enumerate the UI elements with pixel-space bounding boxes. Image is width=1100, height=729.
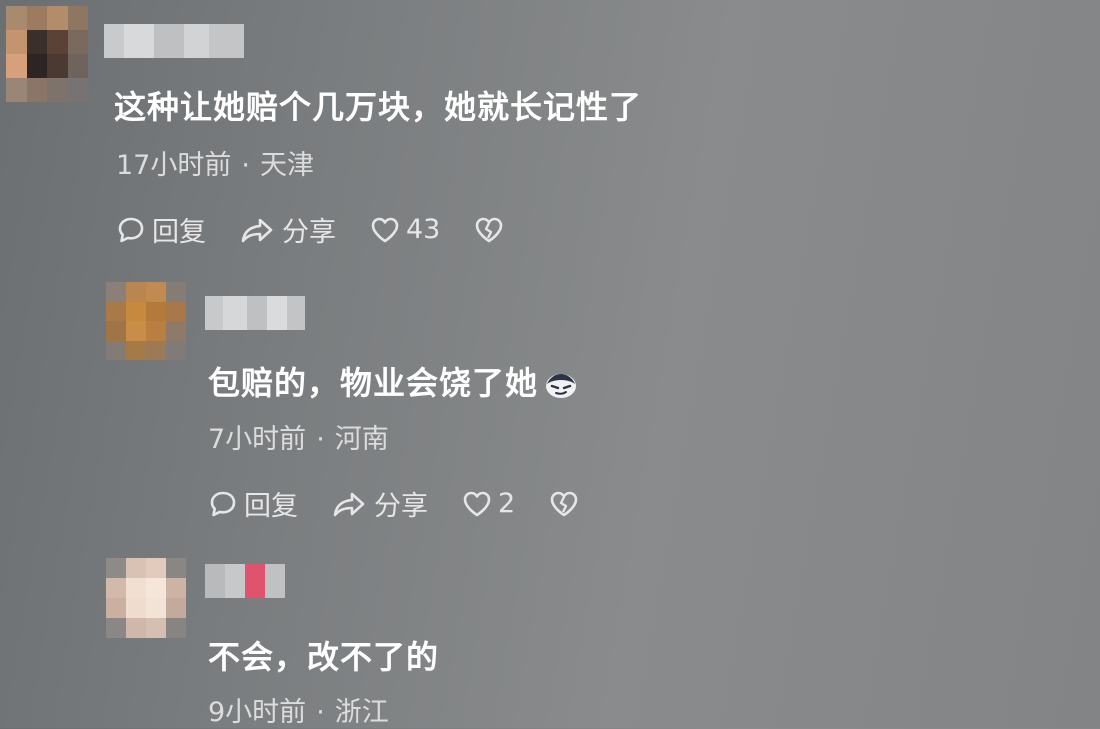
comment-meta: 7小时前 · 河南	[208, 417, 389, 456]
comment-time: 9小时前	[208, 697, 307, 728]
comment-location: 浙江	[334, 697, 389, 728]
comment-text-content: 包赔的，物业会饶了她	[208, 364, 539, 402]
comment-bubble-icon	[210, 491, 236, 516]
meta-separator: ·	[316, 424, 325, 455]
like-button[interactable]: 2	[462, 488, 515, 519]
comment-time: 7小时前	[208, 424, 307, 455]
comment-meta: 9小时前 · 浙江	[208, 690, 389, 729]
like-count: 43	[406, 214, 441, 245]
broken-heart-icon	[550, 491, 578, 516]
reply-label: 回复	[244, 491, 298, 522]
dislike-button[interactable]	[474, 215, 510, 245]
share-button[interactable]: 分享	[332, 484, 428, 523]
share-label: 分享	[374, 491, 428, 522]
meta-separator: ·	[241, 150, 250, 181]
comment-location: 河南	[334, 424, 389, 455]
smirk-face-emoji-icon	[546, 374, 577, 398]
comment-meta: 17小时前 · 天津	[116, 143, 314, 182]
comment-text: 这种让她赔个几万块，她就长记性了	[114, 88, 643, 126]
comment-bubble-icon	[118, 217, 144, 242]
avatar[interactable]	[106, 282, 186, 360]
username-blurred[interactable]	[104, 24, 244, 58]
share-label: 分享	[282, 217, 336, 248]
meta-separator: ·	[316, 697, 325, 728]
avatar[interactable]	[6, 6, 88, 102]
heart-icon	[371, 217, 399, 242]
avatar[interactable]	[106, 558, 186, 638]
like-button[interactable]: 43	[370, 214, 440, 245]
broken-heart-icon	[476, 217, 503, 242]
comment-actions: 回复 分享 43	[116, 210, 544, 249]
share-arrow-icon	[241, 218, 273, 242]
share-arrow-icon	[333, 492, 365, 516]
username-blurred[interactable]	[205, 564, 285, 598]
dislike-button[interactable]	[549, 489, 585, 519]
comment-actions: 回复 分享 2	[208, 484, 619, 523]
reply-button[interactable]: 回复	[208, 484, 298, 523]
heart-icon	[463, 491, 491, 516]
like-count: 2	[498, 488, 516, 519]
comment-location: 天津	[259, 150, 314, 181]
username-blurred[interactable]	[205, 296, 305, 330]
reply-label: 回复	[152, 217, 206, 248]
reply-button[interactable]: 回复	[116, 210, 206, 249]
comment-text: 包赔的，物业会饶了她	[208, 358, 578, 404]
comment-time: 17小时前	[116, 150, 232, 181]
share-button[interactable]: 分享	[240, 210, 336, 249]
comment-text: 不会，改不了的	[208, 638, 440, 676]
